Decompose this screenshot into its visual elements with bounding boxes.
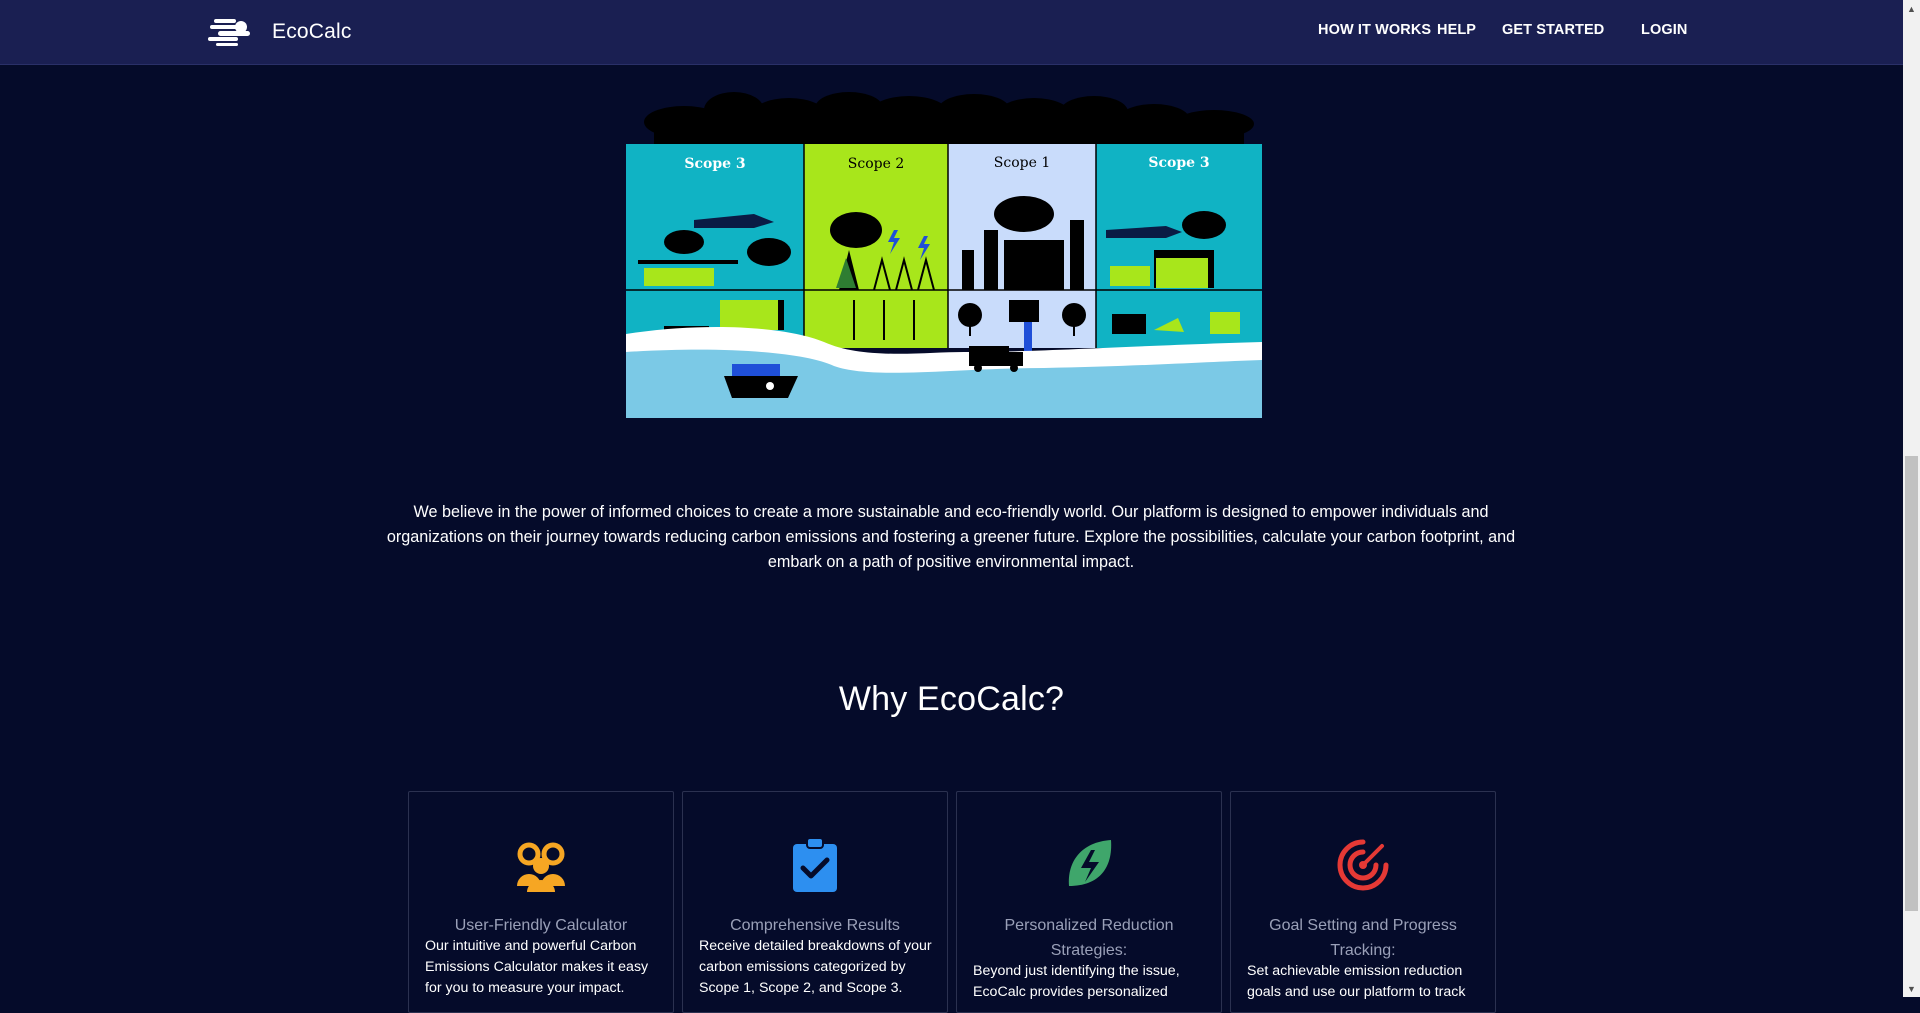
target-icon (1231, 838, 1495, 894)
card-text: Our intuitive and powerful Carbon Emissi… (425, 938, 649, 996)
navbar: EcoCalc HOW IT WORKS HELP GET STARTED LO… (0, 0, 1903, 65)
scope-label: Scope 3 (684, 156, 745, 172)
scroll-up-arrow-icon[interactable]: ▲ (1903, 0, 1920, 17)
scope-label: Scope 1 (994, 155, 1050, 171)
nav-login[interactable]: LOGIN (1641, 22, 1687, 38)
feature-card: Personalized Reduction Strategies: Beyon… (956, 791, 1222, 1013)
card-title: Comprehensive Results (730, 917, 900, 934)
scope-label: Scope 2 (848, 156, 904, 172)
users-icon (409, 838, 673, 894)
scrollbar[interactable]: ▲ ▼ (1903, 0, 1920, 997)
section-title: Why EcoCalc? (838, 680, 1065, 718)
scroll-down-arrow-icon[interactable]: ▼ (1903, 980, 1920, 997)
leaf-bolt-icon (957, 838, 1221, 894)
card-title: User-Friendly Calculator (454, 917, 628, 934)
nav-help[interactable]: HELP (1437, 22, 1476, 38)
feature-card: User-Friendly Calculator Our intuitive a… (408, 791, 674, 1013)
clipboard-check-icon (683, 838, 947, 894)
card-title: Personalized Reduction Strategies: (1004, 917, 1174, 959)
nav-get-started[interactable]: GET STARTED (1502, 22, 1604, 38)
card-title: Goal Setting and Progress Tracking: (1269, 917, 1457, 959)
card-text: Receive detailed breakdowns of your carb… (699, 938, 932, 996)
nav-how-it-works[interactable]: HOW IT WORKS (1318, 22, 1431, 38)
nav-links: HOW IT WORKS HELP GET STARTED LOGIN (0, 22, 1903, 42)
scope-label: Scope 3 (1148, 155, 1209, 171)
feature-card: Comprehensive Results Receive detailed b… (682, 791, 948, 1013)
intro-paragraph: We believe in the power of informed choi… (386, 503, 1516, 571)
scrollbar-thumb[interactable] (1905, 456, 1918, 911)
feature-card: Goal Setting and Progress Tracking: Set … (1230, 791, 1496, 1013)
scopes-illustration: Scope 3 Scope 2 Scope 1 Scope 3 (626, 92, 1262, 418)
